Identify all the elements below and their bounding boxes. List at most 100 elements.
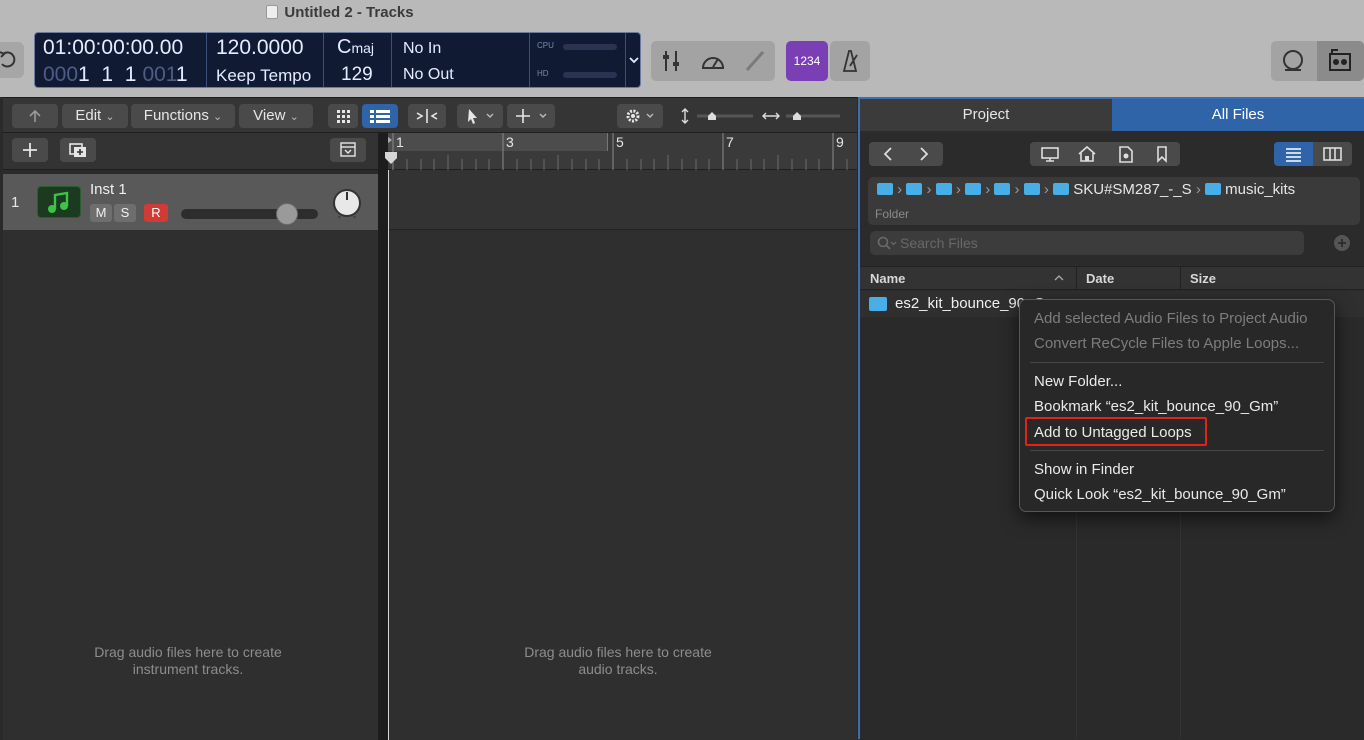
list-view-button[interactable] [1274, 142, 1313, 166]
track-number: 1 [11, 194, 20, 211]
home-icon [1078, 145, 1096, 162]
track-header-1[interactable]: 1 Inst 1 M S R [3, 174, 378, 230]
metronome-icon [842, 50, 858, 72]
chevron-down-icon: ⌄ [289, 111, 299, 123]
lcd-display[interactable]: 01:00:00:00.00 0001 1 1 0011 120.0000 Kee… [34, 32, 641, 88]
key-signature[interactable]: Cmaj [337, 36, 374, 59]
track-lanes-area[interactable]: Drag audio files here to create audio tr… [388, 170, 857, 740]
breadcrumb: › › › › › › SKU#SM287_-_S › music_kits [877, 181, 1295, 198]
folder-icon[interactable] [935, 183, 952, 195]
pan-knob[interactable] [330, 186, 364, 220]
home-button[interactable] [1068, 142, 1106, 166]
cycle-button[interactable] [0, 42, 24, 78]
track-header-bar [3, 133, 378, 170]
location-buttons [1030, 142, 1180, 166]
settings-menu[interactable] [617, 104, 663, 128]
tracks-area: Edit ⌄ Functions ⌄ View ⌄ 1 3 5 7 9 1 In… [3, 97, 857, 740]
track-lane-divider[interactable] [378, 133, 388, 740]
secondary-tool-menu[interactable] [507, 104, 555, 128]
menu-item-bookmark[interactable]: Bookmark “es2_kit_bounce_90_Gm” [1034, 398, 1278, 415]
lcd-separator [323, 33, 324, 87]
search-field[interactable]: Search Files [870, 231, 1304, 255]
tempo-value[interactable]: 120.0000 [216, 36, 304, 60]
position-ticks-dim: 001 [142, 63, 176, 86]
record-enable-button[interactable]: R [144, 204, 168, 222]
edit-menu[interactable]: Edit ⌄ [62, 104, 128, 128]
column-name[interactable]: Name [870, 271, 905, 286]
track-lane-1[interactable] [388, 170, 857, 230]
mixer-icon [663, 51, 679, 71]
grid-view-button[interactable] [328, 104, 358, 128]
folder-icon [1053, 183, 1070, 195]
chevron-down-icon [629, 57, 639, 64]
view-menu[interactable]: View ⌄ [239, 104, 313, 128]
solo-button[interactable]: S [114, 204, 136, 222]
menu-item-convert-recycle[interactable]: Convert ReCycle Files to Apple Loops... [1034, 335, 1299, 352]
menu-item-show-in-finder[interactable]: Show in Finder [1034, 461, 1134, 478]
folder-icon[interactable] [1023, 183, 1040, 195]
editors-button[interactable] [735, 41, 775, 81]
chevron-right-icon: › [955, 181, 961, 198]
pointer-tool-menu[interactable] [457, 104, 503, 128]
context-menu: Add selected Audio Files to Project Audi… [1019, 299, 1335, 512]
lcd-menu-button[interactable] [627, 53, 641, 67]
track-name[interactable]: Inst 1 [90, 181, 127, 198]
tab-all-files[interactable]: All Files [1112, 99, 1364, 131]
metronome-button[interactable] [830, 41, 870, 81]
global-tracks-button[interactable] [330, 138, 366, 162]
track-list-empty-area[interactable]: Drag audio files here to create instrume… [3, 230, 378, 740]
vertical-zoom-slider[interactable] [673, 104, 757, 128]
project-folder-button[interactable] [1106, 142, 1144, 166]
menu-item-add-to-project-audio[interactable]: Add selected Audio Files to Project Audi… [1034, 310, 1308, 327]
list-view-button[interactable] [362, 104, 398, 128]
column-view-button[interactable] [1313, 142, 1352, 166]
bookmarks-button[interactable] [1144, 142, 1180, 166]
loop-browser-button[interactable] [1317, 41, 1364, 81]
column-size[interactable]: Size [1190, 271, 1216, 286]
folder-icon[interactable] [877, 183, 893, 195]
sort-ascending-icon[interactable] [1054, 273, 1064, 283]
smart-controls-button[interactable] [693, 41, 733, 81]
count-in-button[interactable]: 1234 [786, 41, 828, 81]
horizontal-zoom-slider[interactable] [760, 104, 844, 128]
chevron-right-icon: › [897, 181, 903, 198]
add-filter-button[interactable] [1334, 235, 1350, 251]
folder-icon[interactable] [994, 183, 1011, 195]
edit-menu-label: Edit [75, 107, 102, 124]
tab-project[interactable]: Project [860, 99, 1112, 131]
time-signature[interactable]: 129 [341, 64, 373, 86]
menu-item-quick-look[interactable]: Quick Look “es2_kit_bounce_90_Gm” [1034, 486, 1286, 503]
breadcrumb-segment[interactable]: music_kits [1225, 181, 1295, 198]
mute-button[interactable]: M [90, 204, 112, 222]
volume-slider-handle[interactable] [276, 203, 299, 225]
duplicate-track-button[interactable] [60, 138, 96, 162]
add-track-button[interactable] [12, 138, 48, 162]
bar-ruler[interactable]: 1 3 5 7 9 [385, 133, 857, 170]
functions-menu[interactable]: Functions ⌄ [131, 104, 235, 128]
menu-separator [1030, 450, 1324, 451]
chevron-right-icon: › [1195, 181, 1201, 198]
tempo-mode[interactable]: Keep Tempo [216, 66, 311, 86]
menu-item-new-folder[interactable]: New Folder... [1034, 373, 1122, 390]
folder-icon[interactable] [906, 183, 923, 195]
track-icon[interactable] [37, 186, 81, 218]
gear-icon [626, 109, 654, 123]
mixer-button[interactable] [651, 41, 691, 81]
tracks-toolbar: Edit ⌄ Functions ⌄ View ⌄ [3, 98, 857, 133]
path-bar[interactable]: › › › › › › SKU#SM287_-_S › music_kits F… [868, 177, 1360, 225]
playhead-marker[interactable] [384, 151, 398, 165]
breadcrumb-segment[interactable]: SKU#SM287_-_S [1073, 181, 1191, 198]
folder-icon[interactable] [965, 183, 982, 195]
hd-label: HD [537, 69, 549, 78]
back-button[interactable] [12, 104, 58, 128]
notes-button[interactable] [1271, 41, 1315, 81]
catch-button[interactable] [408, 104, 446, 128]
columns-icon [1323, 147, 1342, 161]
forward-button[interactable] [906, 142, 943, 166]
nav-buttons [869, 142, 943, 166]
playhead-line [388, 170, 389, 740]
column-date[interactable]: Date [1086, 271, 1114, 286]
back-button[interactable] [869, 142, 906, 166]
computer-button[interactable] [1030, 142, 1068, 166]
horizontal-zoom-icon [762, 112, 840, 120]
